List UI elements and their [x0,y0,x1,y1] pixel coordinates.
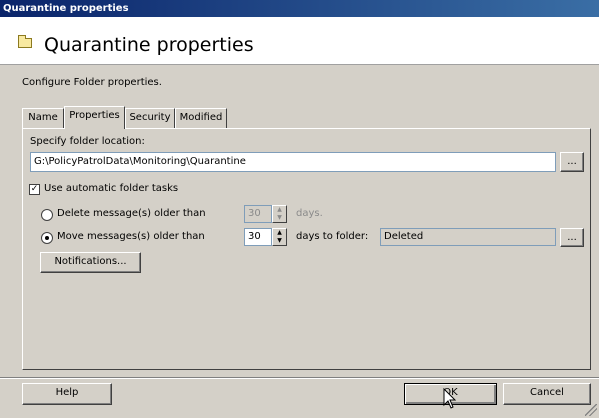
folder-location-label: Specify folder location: [30,136,145,147]
move-days-input[interactable]: 30 [244,228,272,246]
move-option-label: Move messages(s) older than [57,231,205,242]
browse-location-button[interactable]: ... [560,152,584,172]
delete-option-radio[interactable] [41,209,53,221]
move-days-suffix: days to folder: [296,231,369,242]
folder-location-input[interactable]: G:\PolicyPatrolData\Monitoring\Quarantin… [30,152,556,172]
folder-icon [18,35,32,48]
delete-option-label: Delete message(s) older than [57,208,206,219]
footer-divider [0,377,599,379]
tab-security[interactable]: Security [125,108,175,128]
delete-days-suffix: days. [296,208,323,219]
move-days-stepper[interactable]: ▲ ▼ [272,228,287,246]
page-title: Quarantine properties [44,34,254,56]
resize-grip-icon[interactable] [585,404,597,416]
notifications-button[interactable]: Notifications... [40,252,141,273]
description-text: Configure Folder properties. [22,77,162,88]
tab-properties[interactable]: Properties [64,106,125,129]
delete-days-input[interactable]: 30 [244,205,272,223]
tab-modified[interactable]: Modified [175,108,227,128]
delete-days-stepper[interactable]: ▲ ▼ [272,205,287,223]
mouse-pointer-icon [443,388,457,409]
auto-tasks-label: Use automatic folder tasks [44,183,179,194]
auto-tasks-checkbox[interactable]: ✓ [29,184,40,195]
browse-destination-button[interactable]: ... [560,228,584,247]
move-option-radio[interactable] [41,232,53,244]
cancel-button[interactable]: Cancel [503,383,591,405]
destination-folder-field[interactable]: Deleted [380,228,556,246]
help-button[interactable]: Help [22,383,112,405]
tab-name[interactable]: Name [22,108,64,128]
window-title-bar: Quarantine properties [0,0,599,17]
